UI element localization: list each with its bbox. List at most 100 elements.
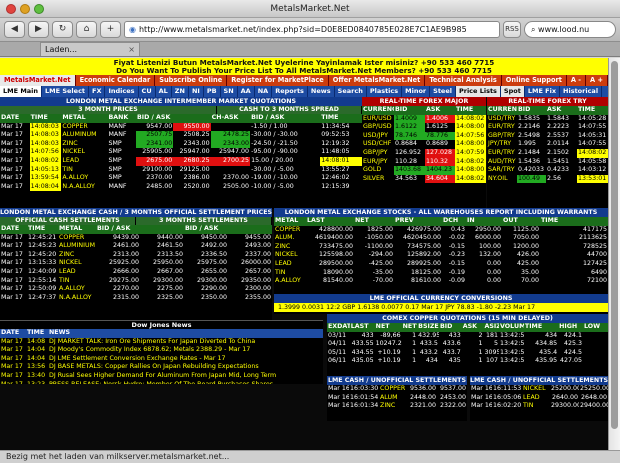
announcement-banner[interactable]: Fiyat Listenizi Butun MetalsMarket.Net U… (0, 58, 608, 75)
table-cell: 2337.00 (244, 250, 271, 258)
table-row: Mar 17 14:08 DJ MARKET TALK: Iron Ore Ship… (0, 338, 323, 347)
table-cell: 9547.00 (146, 122, 173, 130)
nav-tab[interactable]: PB (204, 86, 221, 97)
table-cell: 9550.00 (173, 122, 211, 132)
zoom-window-icon[interactable] (34, 4, 44, 14)
table-cell: -19.00 / -10.00 (251, 174, 298, 182)
tab-loading[interactable]: Laden... × (40, 42, 140, 56)
table-cell[interactable]: DJ MARKET TALK: Iron Ore Shipments For J… (48, 338, 323, 347)
table-cell: 14:04 (27, 354, 46, 362)
table-row: GBP/USD 1.6122 1.6125 14:08:00 (362, 123, 486, 132)
close-window-icon[interactable] (6, 4, 16, 14)
table-cell: Mar 17 (1, 148, 23, 156)
nav-tab[interactable]: NA (255, 86, 273, 97)
table-cell: 25947.00 (179, 148, 210, 156)
rss-button[interactable]: RSS (503, 21, 521, 38)
table-header-row: METAL LAST NET PREV DCH IN OUT TIME (274, 217, 608, 226)
nav-tab[interactable]: AL (156, 86, 172, 97)
stocks-table: METAL LAST NET PREV DCH IN OUT TIME COPPER 428800… (274, 217, 608, 286)
table-cell: 13:42:58 (500, 340, 524, 348)
top-menu-item[interactable]: Technical Analysis (425, 75, 502, 86)
table-row: Mar 17 14:08:02 LEAD SMP 2675.00 2680.25 2700.… (0, 156, 362, 166)
top-menu-item[interactable]: Economic Calendar (75, 75, 156, 86)
column-header: TIME (577, 106, 608, 115)
table-cell: 14:08:02 (577, 148, 608, 158)
table-cell: JPY/TRY (488, 140, 512, 148)
table-cell[interactable]: DJ Rusal Sees Higher Demand For Aluminum… (48, 372, 323, 381)
table-cell: 78.776 (425, 131, 455, 141)
close-tab-icon[interactable]: × (128, 43, 135, 56)
settlement-panel: LONDON METAL EXCHANGE CASH / 3 MONTHS OF… (0, 208, 272, 320)
site-logo[interactable]: MetalsMarket.Net (0, 75, 76, 86)
top-menu-item[interactable]: Register for MarketPlace (227, 75, 329, 86)
nav-tab[interactable]: News (308, 86, 335, 97)
nav-tab[interactable]: LME Fix (525, 86, 561, 97)
nav-tab[interactable]: CU (139, 86, 156, 97)
nav-tab[interactable]: LME Select (42, 86, 90, 97)
table-cell[interactable]: DJ Moody's Commodity Index 6878.62; Meta… (48, 346, 323, 355)
home-button[interactable]: ⌂ (76, 21, 97, 38)
column-header: CH-ASK (210, 114, 251, 123)
table-cell[interactable]: DJ BASE METALS: Copper Rallies On Japan … (48, 363, 323, 372)
table-cell[interactable]: PRESS RELEASE: Norsk Hydro: Member Of Th… (48, 381, 323, 384)
table-cell: 12:55:14 (28, 276, 57, 284)
add-bookmark-button[interactable]: + (100, 21, 121, 38)
table-cell: 14:08 (27, 337, 46, 345)
nav-tab[interactable]: Spot (500, 86, 525, 97)
table-cell: 126.952 (395, 148, 422, 156)
nav-tab[interactable]: AA (238, 86, 255, 97)
nav-tab[interactable]: FX (89, 86, 106, 97)
nav-tab[interactable]: SN (221, 86, 238, 97)
table-cell: 29300.00 (152, 276, 183, 284)
nav-tab[interactable]: Steel (430, 86, 456, 97)
table-cell: Mar 16 (471, 393, 492, 401)
address-bar[interactable]: ◉ http://www.metalsmarket.net/index.php?… (124, 21, 500, 38)
nav-tab[interactable]: Search (335, 86, 367, 97)
table-cell: 14:07:59 (455, 148, 486, 158)
table-cell: 34.604 (425, 174, 455, 184)
table-cell: 433.55 (351, 340, 374, 348)
window-controls (6, 4, 44, 14)
table-cell: 2315.00 (112, 293, 139, 301)
scrollbar-thumb[interactable] (611, 61, 618, 429)
nav-tab[interactable]: LME Main (0, 86, 43, 97)
table-cell: COPPER (59, 233, 85, 241)
table-cell: 06/11 (328, 357, 347, 365)
nav-tab[interactable]: NI (189, 86, 204, 97)
table-cell: Mar 17 (1, 371, 23, 379)
nav-tab[interactable]: Reports (272, 86, 308, 97)
table-cell: 2.0114 (547, 140, 570, 148)
top-menu-item[interactable]: Online Support (501, 75, 567, 86)
table-cell: Mar 16 (328, 393, 349, 401)
nav-tab[interactable]: ZN (172, 86, 189, 97)
minimize-window-icon[interactable] (20, 4, 30, 14)
table-cell: Mar 17 (1, 233, 23, 241)
table-cell[interactable]: DJ LME Settlement Conversion Exchange Ra… (48, 355, 323, 364)
nav-tab[interactable]: Minor (402, 86, 431, 97)
table-cell: Mar 17 (1, 242, 23, 250)
forex-major-panel: REAL-TIME FOREX MAJOR CURRENCYBIDASKTIME… (362, 97, 486, 209)
table-row: Mar 17 12:45:21 COPPER 9439.00 9440.00 9450.0… (0, 234, 272, 243)
top-menu-item[interactable]: A + (586, 75, 608, 86)
unofficial-settlements-2: LME CASH / UNOFFICIAL SETTLEMENTS Mar 16… (470, 376, 608, 421)
nav-tab[interactable]: Indices (105, 86, 139, 97)
reload-button[interactable]: ↻ (52, 21, 73, 38)
table-cell: 14:07:55 (578, 123, 607, 131)
top-menu-item[interactable]: Subscribe Online (155, 75, 228, 86)
nav-tab[interactable]: Plastics (367, 86, 403, 97)
table-cell: 2.5498 (518, 131, 541, 139)
back-button[interactable]: ◀ (4, 21, 25, 38)
table-row: EUR/JPY 110.28 110.32 14:08:02 (362, 157, 486, 167)
table-cell: +10.19 (377, 348, 401, 356)
vertical-scrollbar[interactable] (608, 58, 620, 450)
table-cell: 1 (412, 348, 417, 356)
nav-tab[interactable]: Historical (560, 86, 603, 97)
table-row: Mar 17 14:08:04 N.A.ALLOY MANF 2485.00 2520.0… (0, 182, 362, 192)
table-cell: 433.2 (419, 348, 438, 356)
nav-tab[interactable]: Price Lists (455, 86, 501, 97)
top-menu-item[interactable]: A - (566, 75, 587, 86)
search-field[interactable]: ⌕ www.lood.nu (524, 21, 616, 38)
table-cell: 435.4 (539, 348, 558, 356)
forward-button[interactable]: ▶ (28, 21, 49, 38)
top-menu-item[interactable]: Offer MetalsMarket.Net (328, 75, 426, 86)
